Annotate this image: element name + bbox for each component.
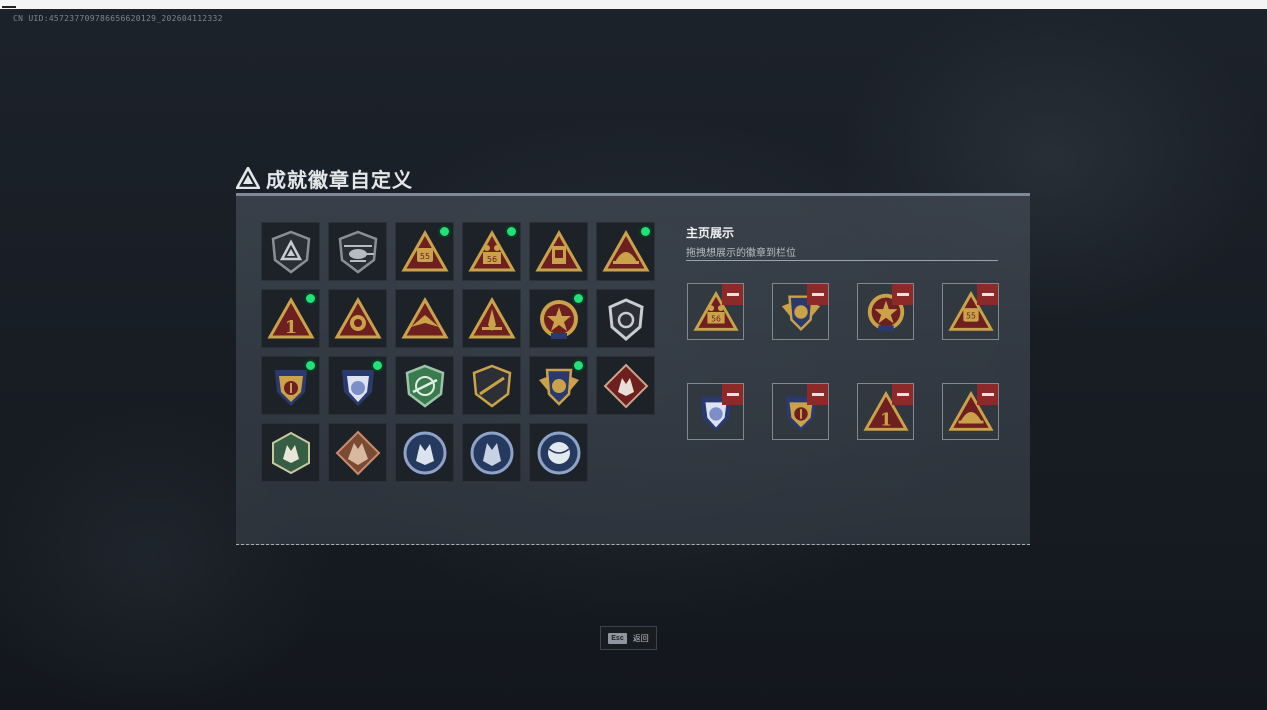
- triangle-wings-badge-icon: [400, 296, 449, 338]
- svg-text:56: 56: [711, 314, 721, 323]
- showcase-header: 主页展示 拖拽想展示的徽章到栏位: [686, 224, 796, 259]
- showcase-slot[interactable]: [857, 283, 914, 340]
- minus-icon: [726, 393, 739, 396]
- blue-wolf-circle-2-badge-icon: [470, 431, 513, 474]
- showcase-slots: 56 55 1: [687, 283, 999, 440]
- back-label: 返回: [632, 633, 649, 643]
- svg-text:55: 55: [966, 311, 976, 320]
- dark-rifle-shield-badge-icon: [472, 364, 511, 408]
- badge-cell[interactable]: [261, 423, 320, 482]
- triangle-rocket-badge-icon: [467, 296, 516, 338]
- minus-icon: [811, 393, 824, 396]
- showcase-slot[interactable]: 55: [942, 283, 999, 340]
- window-corner-mark: [2, 6, 16, 8]
- badge-cell[interactable]: [529, 222, 588, 281]
- showcase-divider: [686, 260, 998, 261]
- minus-icon: [726, 293, 739, 296]
- remove-badge-button[interactable]: [722, 284, 743, 305]
- badge-cell[interactable]: [328, 222, 387, 281]
- wolf-diamond-badge-icon: [603, 363, 648, 408]
- badge-cell[interactable]: 56: [462, 222, 521, 281]
- dark-crest-badge-icon: [607, 297, 644, 341]
- new-indicator-dot: [440, 227, 449, 236]
- new-indicator-dot: [507, 227, 516, 236]
- green-sniper-shield-badge-icon: [405, 364, 444, 408]
- green-hex-wolf-badge-icon: [271, 431, 310, 474]
- badge-cell[interactable]: [462, 423, 521, 482]
- badge-cell[interactable]: 55: [395, 222, 454, 281]
- showcase-slot[interactable]: [687, 383, 744, 440]
- bronze-diamond-dragon-badge-icon: [335, 430, 380, 475]
- panel-title-bar: 成就徽章自定义: [236, 163, 413, 193]
- badge-customize-panel: 55 56 1 主页展示 拖拽想展示的徽章到栏位 56 55 1: [236, 193, 1030, 545]
- showcase-slot[interactable]: [942, 383, 999, 440]
- svg-text:1: 1: [879, 410, 891, 430]
- minus-icon: [981, 393, 994, 396]
- uid-label: CN UID:457237709786656620129_20260411233…: [13, 14, 223, 23]
- helicopter-shield-badge-icon: [338, 230, 377, 274]
- new-indicator-dot: [306, 361, 315, 370]
- remove-badge-button[interactable]: [722, 384, 743, 405]
- badge-cell[interactable]: [529, 423, 588, 482]
- badge-cell[interactable]: [462, 356, 521, 415]
- badge-cell[interactable]: [261, 222, 320, 281]
- badge-cell[interactable]: [395, 423, 454, 482]
- minus-icon: [811, 293, 824, 296]
- badge-cell[interactable]: [529, 289, 588, 348]
- badge-cell[interactable]: [261, 356, 320, 415]
- remove-badge-button[interactable]: [977, 384, 998, 405]
- badge-collection-grid: 55 56 1: [261, 222, 655, 482]
- triangle-lion-badge-icon: [333, 296, 382, 338]
- back-button[interactable]: Esc 返回: [600, 626, 657, 650]
- blue-wolf-circle-badge-icon: [403, 431, 446, 474]
- new-indicator-dot: [574, 361, 583, 370]
- minus-icon: [981, 293, 994, 296]
- triangle-tower-badge-icon: [534, 229, 583, 271]
- showcase-slot[interactable]: [772, 283, 829, 340]
- showcase-heading: 主页展示: [686, 226, 735, 240]
- remove-badge-button[interactable]: [892, 284, 913, 305]
- showcase-slot[interactable]: 56: [687, 283, 744, 340]
- badge-cell[interactable]: [328, 356, 387, 415]
- esc-key-hint: Esc: [608, 632, 627, 644]
- badge-cell[interactable]: [328, 423, 387, 482]
- badge-cell[interactable]: [596, 289, 655, 348]
- new-indicator-dot: [641, 227, 650, 236]
- showcase-subheading: 拖拽想展示的徽章到栏位: [686, 248, 796, 259]
- triangle-logo-icon: [236, 167, 260, 189]
- remove-badge-button[interactable]: [807, 384, 828, 405]
- badge-cell[interactable]: [529, 356, 588, 415]
- badge-cell[interactable]: [328, 289, 387, 348]
- badge-cell[interactable]: [596, 222, 655, 281]
- shield-triangle-badge-icon: [271, 230, 310, 274]
- new-indicator-dot: [373, 361, 382, 370]
- svg-text:56: 56: [486, 255, 496, 264]
- new-indicator-dot: [574, 294, 583, 303]
- page-title: 成就徽章自定义: [266, 169, 413, 192]
- badge-cell[interactable]: [462, 289, 521, 348]
- showcase-slot[interactable]: [772, 383, 829, 440]
- remove-badge-button[interactable]: [807, 284, 828, 305]
- remove-badge-button[interactable]: [977, 284, 998, 305]
- blue-ball-circle-badge-icon: [537, 431, 580, 474]
- badge-cell[interactable]: [395, 356, 454, 415]
- remove-badge-button[interactable]: [892, 384, 913, 405]
- svg-text:1: 1: [284, 317, 297, 338]
- showcase-slot[interactable]: 1: [857, 383, 914, 440]
- badge-cell[interactable]: [395, 289, 454, 348]
- badge-cell[interactable]: [596, 356, 655, 415]
- minus-icon: [896, 293, 909, 296]
- badge-cell[interactable]: 1: [261, 289, 320, 348]
- minus-icon: [896, 393, 909, 396]
- window-top-strip: [0, 0, 1267, 9]
- new-indicator-dot: [306, 294, 315, 303]
- svg-text:55: 55: [419, 252, 429, 261]
